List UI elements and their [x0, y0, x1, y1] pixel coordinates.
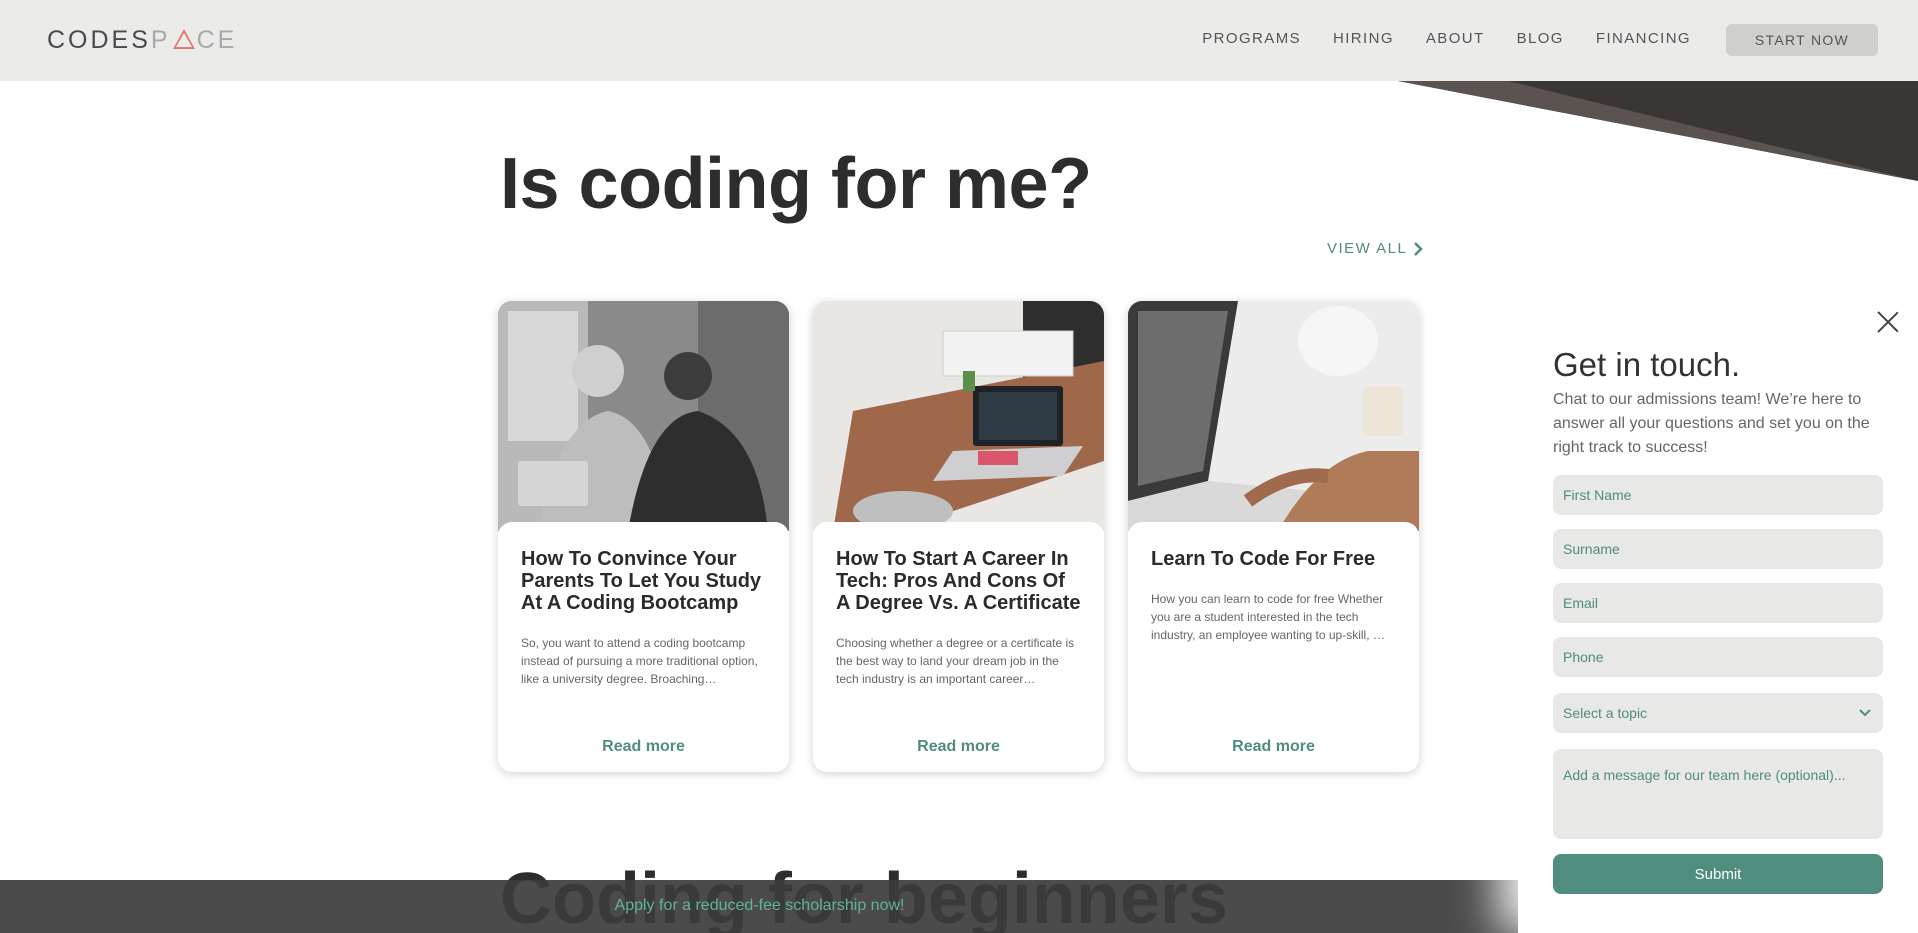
- card-image-typing: [1128, 301, 1419, 531]
- read-more-link[interactable]: Read more: [1128, 738, 1419, 756]
- nav-about[interactable]: ABOUT: [1426, 30, 1485, 47]
- card-image-students: [498, 301, 789, 531]
- article-card[interactable]: Learn To Code For Free How you can learn…: [1128, 301, 1419, 772]
- card-title[interactable]: Learn To Code For Free: [1151, 548, 1396, 570]
- section-title: Is coding for me?: [500, 144, 1092, 224]
- card-body: Learn To Code For Free How you can learn…: [1128, 522, 1419, 772]
- hero-decor-shape: [1398, 81, 1918, 181]
- read-more-link[interactable]: Read more: [498, 738, 789, 756]
- surname-input[interactable]: [1553, 529, 1883, 569]
- close-icon[interactable]: [1876, 310, 1900, 334]
- article-card[interactable]: How To Convince Your Parents To Let You …: [498, 301, 789, 772]
- email-input[interactable]: [1553, 583, 1883, 623]
- scholarship-banner-text[interactable]: Apply for a reduced-fee scholarship now!: [615, 897, 905, 914]
- nav-financing[interactable]: FINANCING: [1596, 30, 1691, 47]
- read-more-link[interactable]: Read more: [813, 738, 1104, 756]
- card-title[interactable]: How To Start A Career In Tech: Pros And …: [836, 548, 1081, 614]
- submit-button[interactable]: Submit: [1553, 854, 1883, 894]
- site-header: CODESP CE PROGRAMS HIRING ABOUT BLOG FINA…: [0, 0, 1918, 81]
- contact-title: Get in touch.: [1553, 346, 1741, 383]
- scholarship-banner[interactable]: Apply for a reduced-fee scholarship now!: [0, 880, 1519, 933]
- card-body: How To Convince Your Parents To Let You …: [498, 522, 789, 772]
- start-now-button[interactable]: START NOW: [1726, 24, 1878, 56]
- chevron-down-icon: [1859, 709, 1871, 717]
- nav-programs[interactable]: PROGRAMS: [1202, 30, 1301, 47]
- contact-description: Chat to our admissions team! We’re here …: [1553, 391, 1870, 456]
- logo-triangle-icon: [172, 29, 195, 49]
- card-body: How To Start A Career In Tech: Pros And …: [813, 522, 1104, 772]
- first-name-input[interactable]: [1553, 475, 1883, 515]
- card-excerpt: Choosing whether a degree or a certifica…: [836, 636, 1075, 686]
- card-excerpt: So, you want to attend a coding bootcamp…: [521, 636, 758, 686]
- chevron-right-icon: [1414, 241, 1424, 256]
- card-title[interactable]: How To Convince Your Parents To Let You …: [521, 548, 766, 614]
- view-all-label: VIEW ALL: [1327, 240, 1408, 257]
- logo-text-primary: CODES: [47, 26, 151, 54]
- logo-text-tertiary: CE: [196, 26, 238, 54]
- article-card[interactable]: How To Start A Career In Tech: Pros And …: [813, 301, 1104, 772]
- phone-input[interactable]: [1553, 637, 1883, 677]
- message-textarea[interactable]: [1553, 749, 1883, 839]
- logo-text-secondary: P: [150, 26, 171, 54]
- nav-hiring[interactable]: HIRING: [1333, 30, 1394, 47]
- contact-panel: Get in touch. Chat to our admissions tea…: [1518, 288, 1918, 933]
- card-image-laptop-desk: [813, 301, 1104, 531]
- view-all-link[interactable]: VIEW ALL: [1327, 240, 1424, 257]
- main-nav: PROGRAMS HIRING ABOUT BLOG FINANCING: [1202, 30, 1691, 47]
- topic-select-value: Select a topic: [1563, 705, 1648, 721]
- article-cards: How To Convince Your Parents To Let You …: [498, 301, 1419, 772]
- codespace-logo[interactable]: CODESP CE: [47, 26, 237, 55]
- card-excerpt: How you can learn to code for free Wheth…: [1151, 592, 1385, 642]
- nav-blog[interactable]: BLOG: [1517, 30, 1564, 47]
- topic-select[interactable]: Select a topic: [1553, 693, 1883, 733]
